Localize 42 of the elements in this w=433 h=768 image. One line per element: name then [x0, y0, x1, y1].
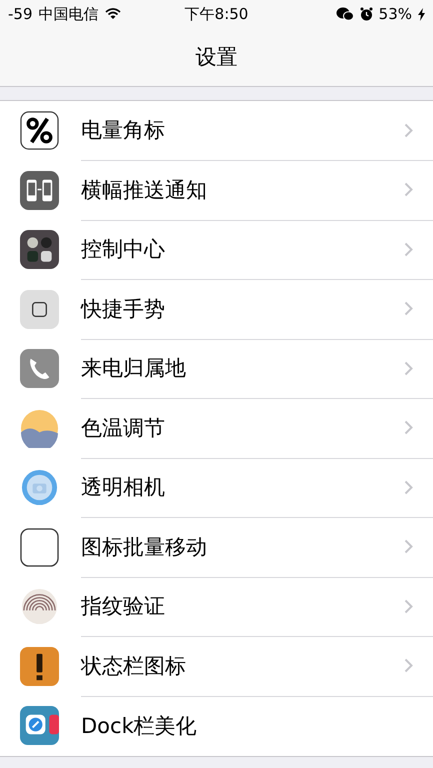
- settings-row[interactable]: Dock栏美化: [0, 696, 433, 756]
- battery-percentage: 53%: [378, 5, 412, 23]
- settings-row[interactable]: 图标批量移动: [0, 518, 433, 577]
- signal-strength: -59: [8, 5, 32, 23]
- square-icon: [20, 290, 59, 329]
- row-label: Dock栏美化: [81, 712, 198, 740]
- row-label: 色温调节: [81, 414, 166, 442]
- phones-icon: [20, 170, 59, 210]
- settings-row[interactable]: 快捷手势: [0, 280, 433, 339]
- row-label: 状态栏图标: [81, 652, 187, 680]
- settings-row[interactable]: 来电归属地: [0, 339, 433, 398]
- row-label: 控制中心: [81, 236, 166, 264]
- charging-bolt-icon: [418, 8, 425, 20]
- exclamation-icon: [20, 646, 59, 686]
- phone-icon: [20, 349, 59, 388]
- wifi-icon: [104, 8, 120, 20]
- settings-row[interactable]: 色温调节: [0, 398, 433, 458]
- settings-row[interactable]: 状态栏图标: [0, 636, 433, 696]
- settings-row[interactable]: 横幅推送通知: [0, 160, 433, 220]
- page-title: 设置: [194, 44, 238, 71]
- row-label: 横幅推送通知: [81, 176, 208, 204]
- rounded-square-icon: [20, 528, 59, 567]
- row-label: 指纹验证: [81, 593, 166, 620]
- settings-row[interactable]: 电量角标: [0, 101, 433, 160]
- row-label: 来电归属地: [81, 355, 187, 382]
- settings-row[interactable]: 指纹验证: [0, 577, 433, 636]
- chat-bubbles-icon: [336, 7, 354, 21]
- row-label: 透明相机: [81, 474, 166, 502]
- dock-apps-icon: [20, 706, 59, 746]
- row-label: 快捷手势: [81, 296, 166, 323]
- row-label: 电量角标: [81, 117, 166, 144]
- alarm-clock-icon: [360, 7, 373, 21]
- settings-row[interactable]: 控制中心: [0, 220, 433, 280]
- landscape-icon: [20, 408, 59, 448]
- settings-row[interactable]: 透明相机: [0, 458, 433, 518]
- clock-time: 下午8:50: [184, 4, 248, 24]
- carrier-name: 中国电信: [38, 4, 98, 24]
- camera-icon: [20, 468, 59, 508]
- percent-icon: [20, 111, 59, 150]
- row-label: 图标批量移动: [81, 534, 208, 561]
- control-center-icon: [20, 230, 59, 270]
- fingerprint-icon: [20, 587, 59, 626]
